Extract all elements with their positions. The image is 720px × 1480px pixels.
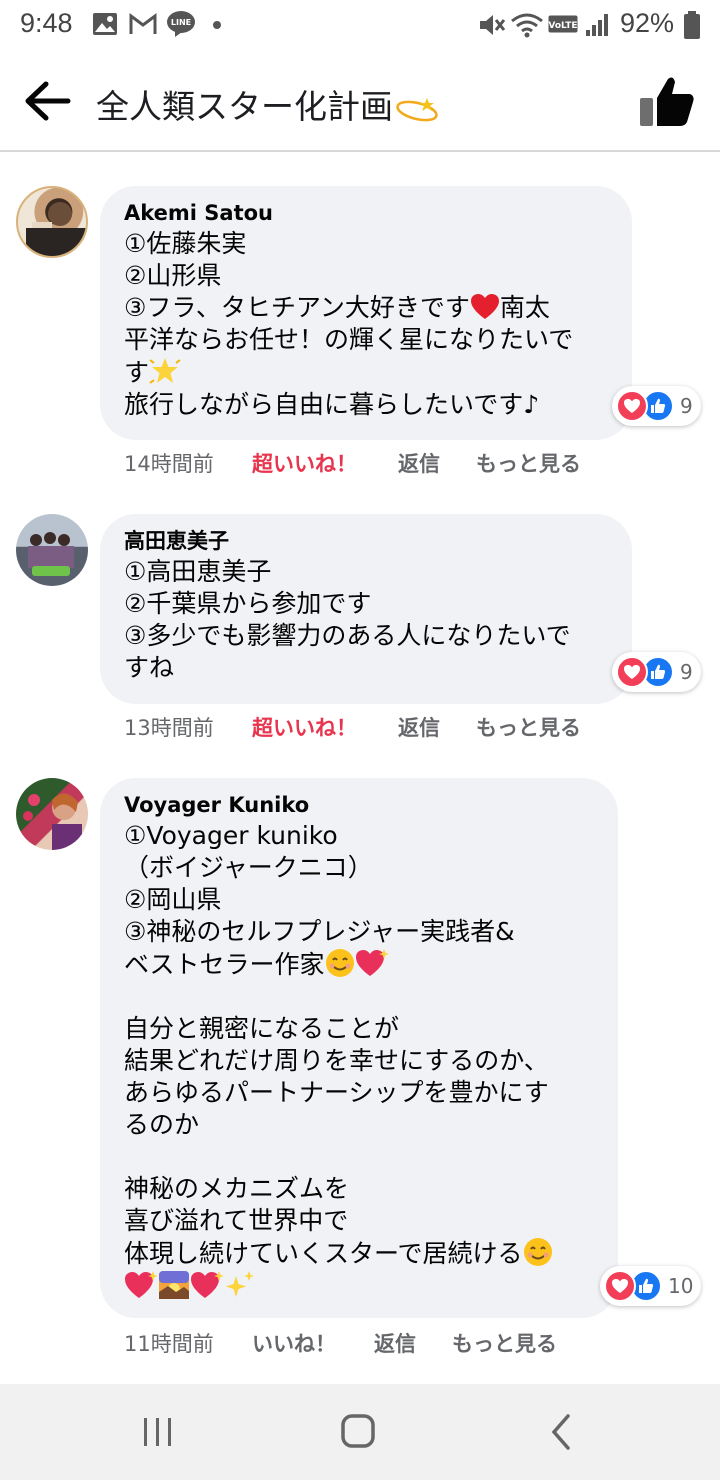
battery-icon <box>684 11 700 39</box>
home-icon[interactable] <box>334 1410 382 1454</box>
red-heart-icon <box>470 294 499 319</box>
reaction-summary[interactable]: 9 <box>612 652 701 692</box>
avatar-photo <box>26 202 86 256</box>
see-more-button[interactable]: もっと見る <box>476 448 581 478</box>
love-reaction-icon <box>616 390 648 422</box>
reaction-summary[interactable]: 9 <box>612 386 701 426</box>
back-arrow-icon[interactable] <box>22 78 72 124</box>
page-title-text: 全人類スター化計画 <box>96 87 393 126</box>
avatar-photo <box>28 532 74 576</box>
comment-bubble: Voyager Kuniko ①Voyager kuniko （ボイジャークニコ… <box>100 778 618 1318</box>
dot-icon <box>213 21 221 29</box>
image-icon <box>93 13 117 35</box>
reaction-count: 9 <box>680 394 693 418</box>
mute-icon <box>480 15 506 35</box>
avatar[interactable] <box>16 778 88 850</box>
svg-text:VoLTE: VoLTE <box>548 21 577 31</box>
smiling-face-icon <box>523 1238 552 1266</box>
reply-button[interactable]: 返信 <box>398 448 440 478</box>
status-time: 9:48 <box>20 8 73 38</box>
recent-apps-icon[interactable] <box>134 1410 182 1454</box>
line-icon: LINE <box>167 11 195 37</box>
system-nav-bar <box>0 1384 720 1480</box>
signal-icon <box>586 14 608 36</box>
reaction-count: 10 <box>668 1274 694 1298</box>
comment-text: ①Voyager kuniko （ボイジャークニコ） ②岡山県 ③神秘のセルフプ… <box>124 820 594 1303</box>
gmail-icon <box>129 13 157 34</box>
comment-bubble: 高田恵美子 ①高田恵美子 ②千葉県から参加です ③多少でも影響力のある人になりた… <box>100 514 632 704</box>
page-header: 全人類スター化計画 <box>0 52 720 152</box>
like-thumb-icon[interactable] <box>638 74 696 128</box>
dizzy-star-icon <box>396 97 438 121</box>
avatar-photo <box>23 793 82 850</box>
see-more-button[interactable]: もっと見る <box>476 712 581 742</box>
comment-timestamp: 14時間前 <box>124 452 214 476</box>
love-reaction-icon <box>604 1270 636 1302</box>
svg-text:LINE: LINE <box>171 18 191 27</box>
sparkling-heart-icon <box>191 1271 224 1298</box>
comment-author[interactable]: 高田恵美子 <box>124 526 608 556</box>
reply-button[interactable]: 返信 <box>398 712 440 742</box>
comment-text: ①佐藤朱実 ②山形県 ③フラ、タヒチアン大好きです 南太 平洋ならお任せ！の輝く星… <box>124 229 574 419</box>
see-more-button[interactable]: もっと見る <box>452 1328 557 1358</box>
sparkles-icon <box>226 1271 254 1297</box>
love-reaction-button[interactable]: 超いいね！ <box>252 712 357 742</box>
sunrise-icon <box>159 1271 189 1299</box>
volte-icon: VoLTE <box>548 15 578 33</box>
back-nav-icon[interactable] <box>538 1410 586 1454</box>
love-reaction-icon <box>616 656 648 688</box>
comment-timestamp: 13時間前 <box>124 716 214 740</box>
comment-author[interactable]: Akemi Satou <box>124 198 608 228</box>
sparkling-heart-icon <box>355 949 389 976</box>
reply-button[interactable]: 返信 <box>374 1328 416 1358</box>
love-reaction-button[interactable]: 超いいね！ <box>252 448 357 478</box>
reaction-summary[interactable]: 10 <box>600 1266 702 1306</box>
smiling-face-icon <box>325 949 354 977</box>
glowing-star-icon <box>149 358 181 384</box>
comment-author[interactable]: Voyager Kuniko <box>124 790 594 820</box>
avatar[interactable] <box>16 186 88 258</box>
page-title: 全人類スター化計画 <box>96 80 439 128</box>
battery-level: 92% <box>619 8 674 38</box>
sparkling-heart-icon <box>125 1271 158 1298</box>
comment-text: ①高田恵美子 ②千葉県から参加です ③多少でも影響力のある人になりたいで すね <box>124 557 571 682</box>
comment-timestamp: 11時間前 <box>124 1332 214 1356</box>
like-button[interactable]: いいね！ <box>252 1328 336 1358</box>
comment-bubble: Akemi Satou ①佐藤朱実 ②山形県 ③フラ、タヒチアン大好きです 南太 … <box>100 186 632 440</box>
avatar[interactable] <box>16 514 88 586</box>
reaction-count: 9 <box>680 660 693 684</box>
wifi-icon <box>511 13 543 38</box>
status-bar: 9:48 LINE VoLTE 92% <box>0 0 720 52</box>
